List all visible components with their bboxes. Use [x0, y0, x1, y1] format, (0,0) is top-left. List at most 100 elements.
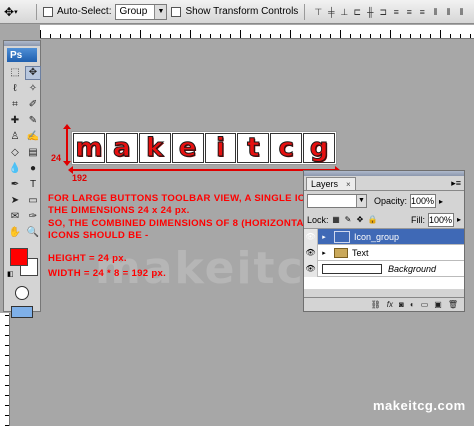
healing-brush-tool-icon[interactable]: ✚	[7, 114, 23, 128]
fill-control: Fill: 100% ▸	[407, 212, 461, 227]
move-tool-icon[interactable]: ✥	[25, 66, 41, 80]
expand-triangle-icon[interactable]: ▸	[318, 249, 330, 257]
toolbox: Ps ⬚ ✥ ℓ ✧ ⌗ ✐ ✚ ✎ ♙ ✍ ◇ ▤ 💧 ● ✒ T ➤ ▭ ✉…	[3, 40, 41, 318]
folder-icon[interactable]: ▭	[421, 300, 429, 309]
eyedropper-tool-icon[interactable]: ✑	[25, 210, 41, 224]
tab-layers[interactable]: Layers ×	[306, 177, 356, 190]
panel-menu-icon[interactable]: ▸≡	[451, 178, 461, 189]
align-top-icon[interactable]: ⊤	[313, 6, 323, 18]
path-selection-tool-icon[interactable]: ➤	[7, 194, 23, 208]
blend-opacity-row: ▼ Opacity: 100% ▸	[304, 191, 464, 211]
auto-select-label: Auto-Select:	[57, 6, 112, 17]
clone-stamp-tool-icon[interactable]: ♙	[7, 130, 23, 144]
separator	[304, 3, 306, 20]
align-center-icon[interactable]: ╫	[365, 6, 375, 18]
chevron-down-icon: ▼	[356, 195, 366, 207]
width-dimension-label: 192	[72, 173, 88, 183]
lock-pixels-icon[interactable]: ✎	[344, 215, 353, 224]
lock-fill-row: Lock: ▦ ✎ ✥ 🔒 Fill: 100% ▸	[304, 211, 464, 229]
align-bottom-icon[interactable]: ⊥	[339, 6, 349, 18]
eye-icon[interactable]: 👁	[304, 228, 318, 245]
icon-strip-logo: m a k e i t c g	[71, 131, 337, 165]
expand-triangle-icon[interactable]: ▸	[318, 233, 330, 241]
blend-mode-dropdown[interactable]: ▼	[307, 194, 367, 208]
auto-select-dropdown[interactable]: Group ▼	[115, 3, 168, 20]
foreground-color-swatch[interactable]	[10, 248, 28, 266]
vertical-ruler[interactable]	[0, 313, 10, 426]
dodge-tool-icon[interactable]: ●	[25, 162, 41, 176]
options-bar: ✥ ▾ Auto-Select: Group ▼ Show Transform C…	[0, 0, 474, 24]
opacity-label: Opacity:	[374, 196, 408, 206]
shape-tool-icon[interactable]: ▭	[25, 194, 41, 208]
layer-row-text[interactable]: 👁 ▸ Text	[304, 244, 464, 261]
link-icon[interactable]: ⛓	[371, 300, 381, 309]
auto-select-checkbox[interactable]	[43, 6, 53, 17]
magic-wand-tool-icon[interactable]: ✧	[25, 82, 41, 96]
brush-tool-icon[interactable]: ✎	[25, 114, 41, 128]
close-icon[interactable]: ×	[346, 180, 351, 189]
eraser-tool-icon[interactable]: ◇	[7, 146, 23, 160]
zoom-tool-icon[interactable]: 🔍	[25, 226, 41, 240]
opacity-input[interactable]: 100%	[410, 194, 437, 208]
distribute-right-icon[interactable]: ⦀	[456, 6, 466, 18]
lock-position-icon[interactable]: ✥	[356, 215, 365, 224]
tool-preset-picker[interactable]: ✥ ▾	[4, 3, 30, 21]
crop-tool-icon[interactable]: ⌗	[7, 98, 23, 112]
distribute-bottom-icon[interactable]: ≡	[417, 6, 427, 18]
distribute-center-icon[interactable]: ⦀	[443, 6, 453, 18]
logo-letter: t	[237, 133, 270, 163]
mask-icon[interactable]: ◙	[399, 300, 404, 309]
separator	[36, 3, 37, 20]
opacity-slider-icon[interactable]: ▸	[439, 197, 443, 206]
logo-letter: g	[303, 133, 335, 163]
screen-mode-icon[interactable]	[11, 306, 33, 318]
fill-label: Fill:	[410, 214, 425, 225]
fill-input[interactable]: 100%	[427, 212, 454, 227]
lock-all-icon[interactable]: 🔒	[368, 215, 378, 224]
new-layer-icon[interactable]: ▣	[434, 300, 442, 309]
lock-transparency-icon[interactable]: ▦	[332, 215, 341, 224]
folder-icon	[334, 247, 348, 258]
fill-slider-icon[interactable]: ▸	[457, 215, 461, 224]
layer-row-background[interactable]: 👁 Background	[304, 260, 464, 277]
width-dimension-arrow	[68, 166, 340, 174]
layers-panel: Layers × ▸≡ ▼ Opacity: 100% ▸ Lock: ▦ ✎ …	[303, 170, 465, 312]
color-swatches: ◧	[7, 246, 38, 282]
history-brush-tool-icon[interactable]: ✍	[25, 130, 41, 144]
logo-letter: m	[73, 133, 105, 163]
align-left-icon[interactable]: ⊏	[352, 6, 362, 18]
blur-tool-icon[interactable]: 💧	[7, 162, 23, 176]
type-tool-icon[interactable]: T	[25, 178, 41, 192]
logo-letter: e	[171, 133, 204, 163]
eye-icon[interactable]: 👁	[304, 244, 318, 261]
show-transform-checkbox[interactable]	[171, 6, 182, 17]
hand-tool-icon[interactable]: ✋	[7, 226, 23, 240]
notes-tool-icon[interactable]: ✉	[7, 210, 23, 224]
layer-row-icon-group[interactable]: 👁 ▸ Icon_group	[304, 228, 464, 245]
align-middle-icon[interactable]: ╪	[326, 6, 336, 18]
lasso-tool-icon[interactable]: ℓ	[7, 82, 23, 96]
gradient-tool-icon[interactable]: ▤	[25, 146, 41, 160]
logo-letter: k	[138, 133, 171, 163]
lock-label: Lock:	[307, 214, 329, 225]
distribute-top-icon[interactable]: ≡	[391, 6, 401, 18]
align-right-icon[interactable]: ⊐	[378, 6, 388, 18]
eye-icon[interactable]: 👁	[304, 260, 318, 277]
pen-tool-icon[interactable]: ✒	[7, 178, 23, 192]
trash-icon[interactable]: 🗑	[448, 300, 458, 309]
quick-mask-icon[interactable]	[15, 286, 29, 300]
slice-tool-icon[interactable]: ✐	[25, 98, 41, 112]
marquee-tool-icon[interactable]: ⬚	[7, 66, 23, 80]
tools-grid: ⬚ ✥ ℓ ✧ ⌗ ✐ ✚ ✎ ♙ ✍ ◇ ▤ 💧 ● ✒ T ➤ ▭ ✉ ✑ …	[4, 64, 41, 242]
chevron-down-icon: ▼	[154, 4, 167, 19]
toolbox-title-bar[interactable]	[4, 41, 40, 46]
distribute-middle-icon[interactable]: ≡	[404, 6, 414, 18]
layer-name: Icon_group	[354, 231, 400, 242]
adjustment-icon[interactable]: ◐	[410, 300, 415, 309]
default-colors-icon[interactable]: ◧	[7, 270, 14, 278]
horizontal-ruler[interactable]	[40, 25, 474, 39]
fx-icon[interactable]: fx	[387, 300, 393, 309]
layer-list: 👁 ▸ Icon_group 👁 ▸ Text 👁 Background	[304, 228, 464, 289]
ps-logo[interactable]: Ps	[7, 48, 37, 62]
distribute-left-icon[interactable]: ⦀	[430, 6, 440, 18]
